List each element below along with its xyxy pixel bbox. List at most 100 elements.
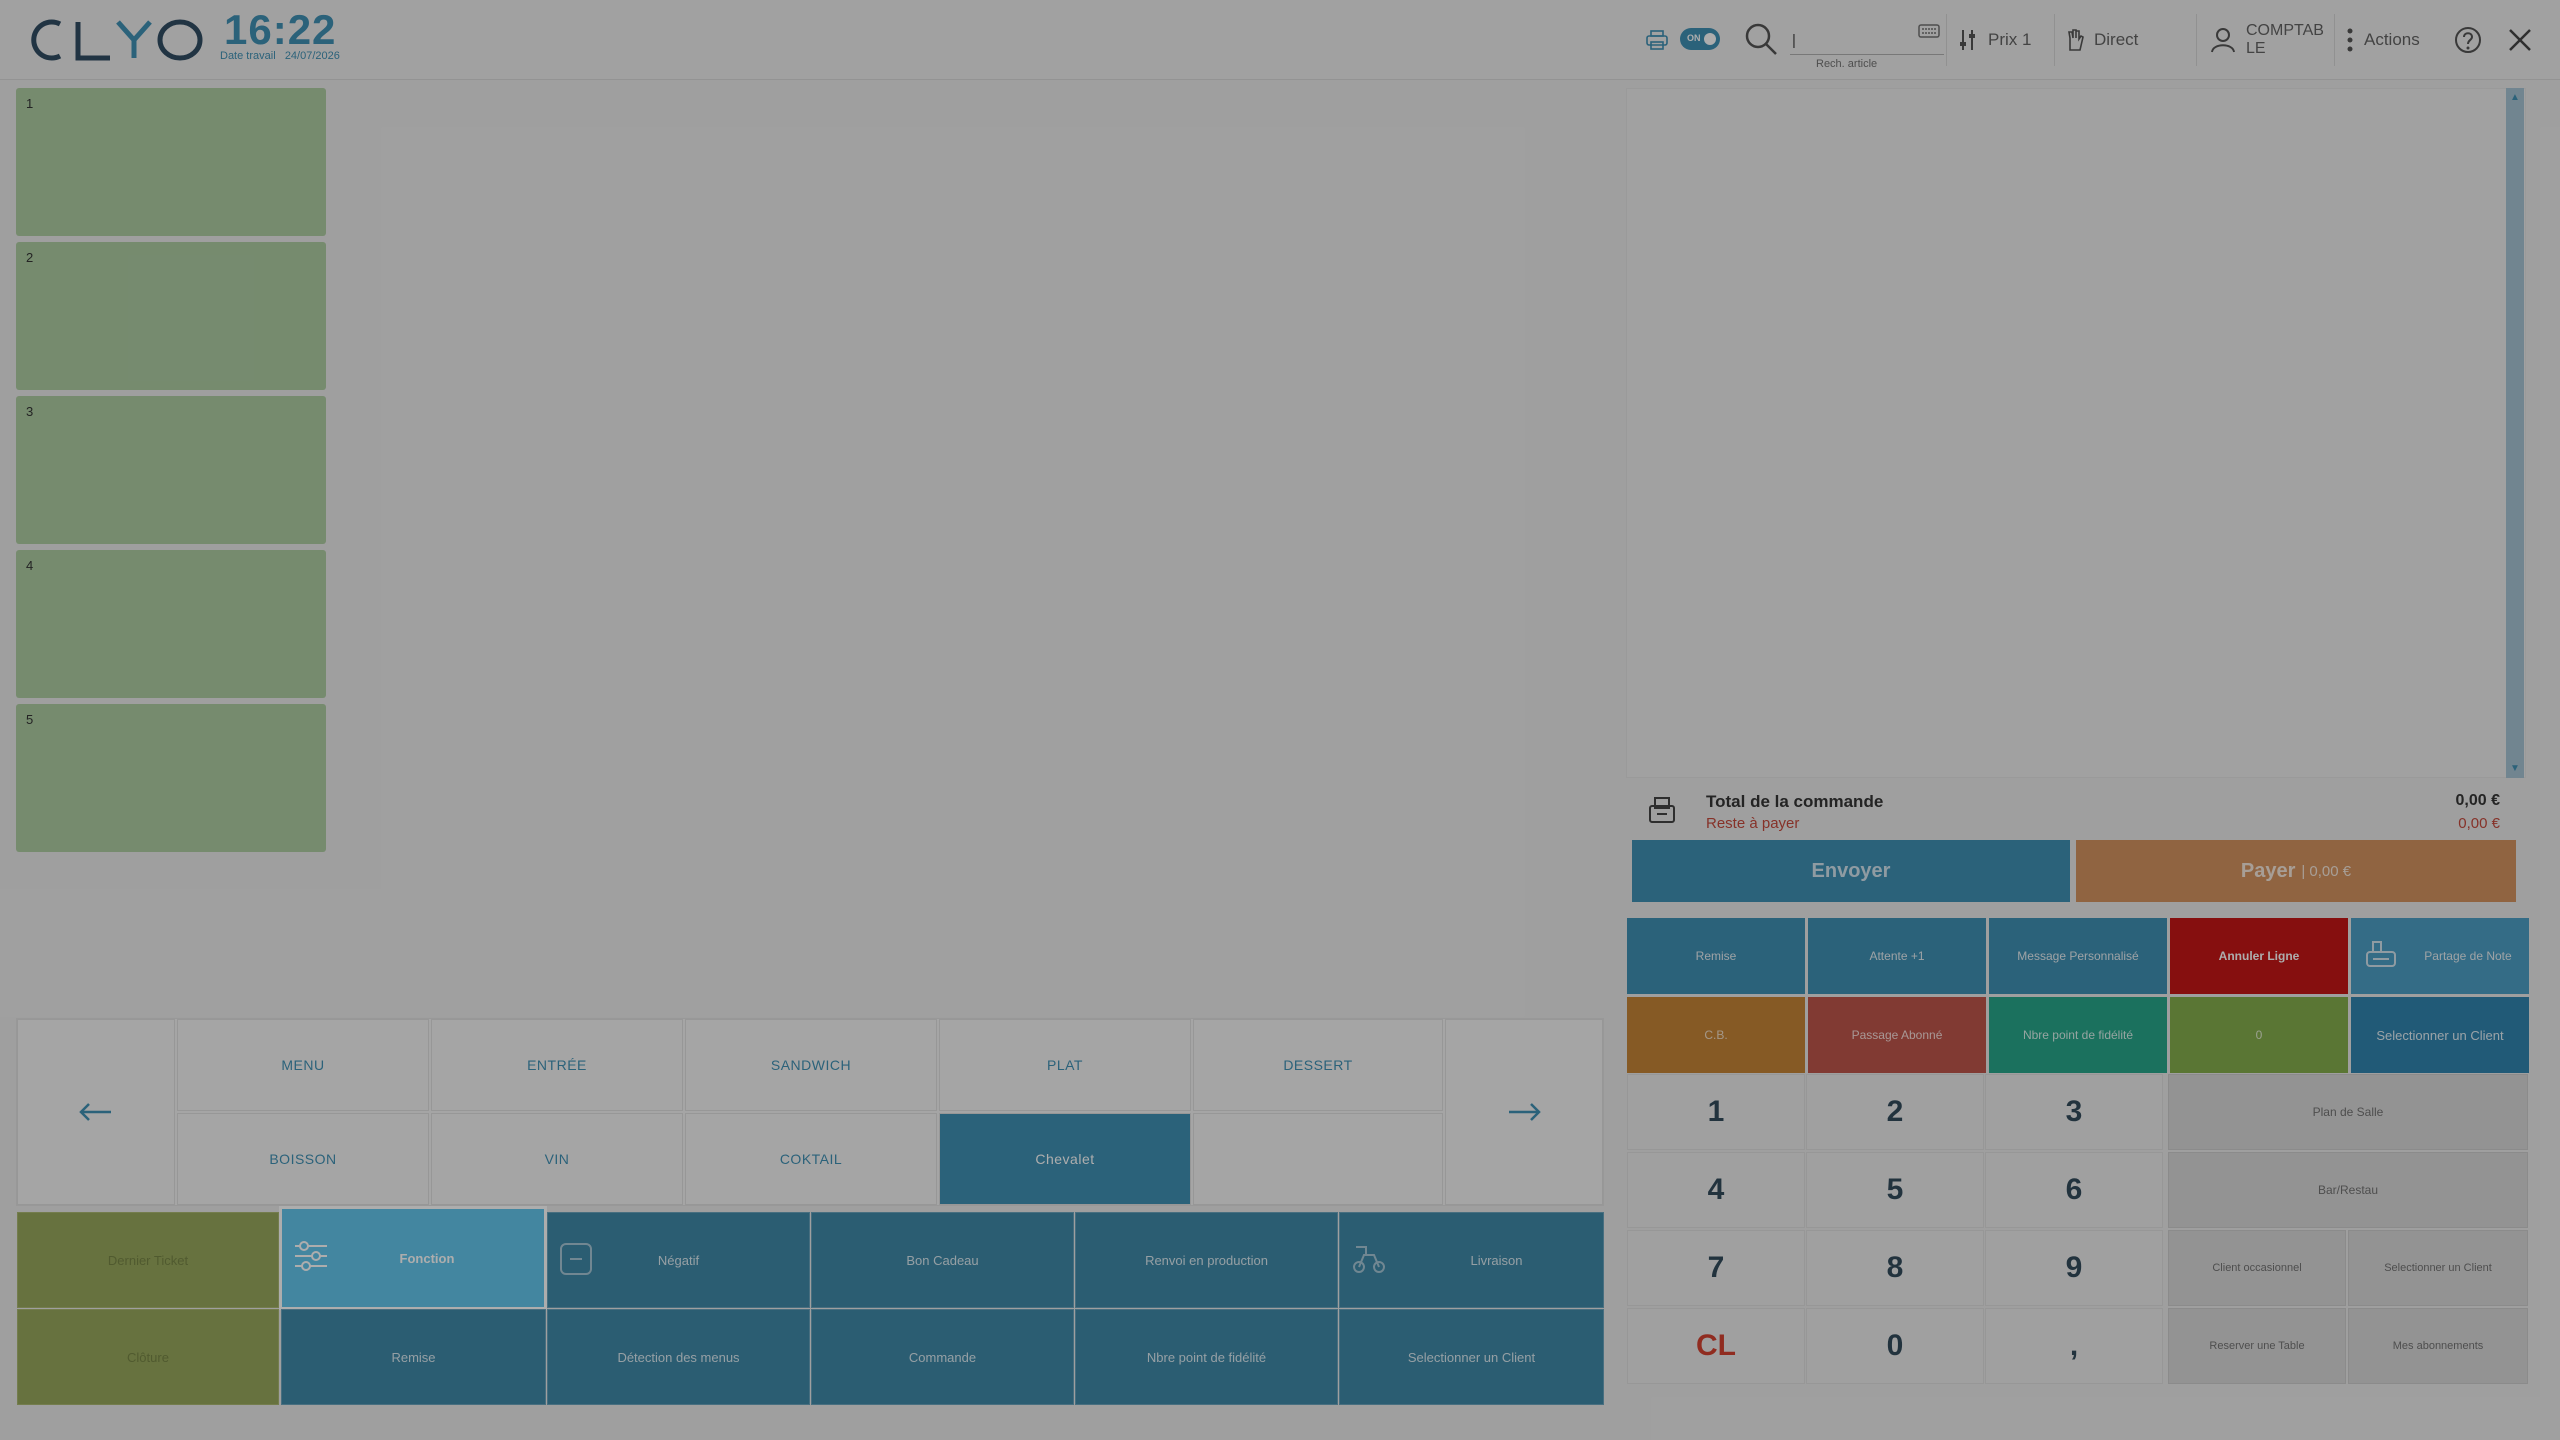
item-slot-1[interactable]: 1 <box>16 88 326 236</box>
order-scrollbar[interactable]: ▲ ▼ <box>2506 88 2524 778</box>
mode-button[interactable]: Direct <box>2066 18 2138 62</box>
custom-message-button[interactable]: Message Personnalisé <box>1989 918 2167 994</box>
key-9[interactable]: 9 <box>1985 1230 2163 1306</box>
send-button[interactable]: Envoyer <box>1632 840 2070 902</box>
actions-menu-button[interactable]: Actions <box>2346 18 2420 62</box>
key-1[interactable]: 1 <box>1627 1074 1805 1150</box>
mode-label: Direct <box>2094 30 2139 49</box>
help-icon[interactable] <box>2454 26 2482 59</box>
category-plat[interactable]: PLAT <box>939 1019 1191 1111</box>
category-chevalet[interactable]: Chevalet <box>939 1113 1191 1205</box>
printer-toggle[interactable]: ON <box>1680 28 1720 50</box>
split-bill-label: Partage de Note <box>2424 949 2512 963</box>
cancel-line-button[interactable]: Annuler Ligne <box>2170 918 2348 994</box>
my-subscriptions-button[interactable]: Mes abonnements <box>2348 1308 2528 1384</box>
clock-time: 16:22 <box>224 6 337 53</box>
top-bar: 16:22 Date travail 24/07/2026 ON Rech. a… <box>0 0 2560 80</box>
item-slot-4[interactable]: 4 <box>16 550 326 698</box>
scroll-up-icon[interactable]: ▲ <box>2510 92 2520 103</box>
category-prev-button[interactable] <box>17 1019 175 1205</box>
category-coktail[interactable]: COKTAIL <box>685 1113 937 1205</box>
select-client-button[interactable]: Selectionner un Client <box>1339 1309 1604 1405</box>
category-dessert[interactable]: DESSERT <box>1193 1019 1443 1111</box>
pay-button[interactable]: Payer | 0,00 € <box>2076 840 2516 902</box>
divider <box>2334 14 2335 66</box>
divider <box>2196 14 2197 66</box>
reserve-table-button[interactable]: Reserver une Table <box>2168 1308 2346 1384</box>
keyboard-icon[interactable] <box>1918 24 1940 43</box>
receipt-printer-icon[interactable] <box>1646 796 1678 829</box>
printer-icon[interactable] <box>1646 18 1668 62</box>
closing-button[interactable]: Clôture <box>17 1309 279 1405</box>
user-button[interactable]: COMPTAB LE <box>2210 18 2324 62</box>
remaining-value: 0,00 € <box>2458 815 2500 832</box>
key-2[interactable]: 2 <box>1806 1074 1984 1150</box>
key-4[interactable]: 4 <box>1627 1152 1805 1228</box>
bar-restaurant-button[interactable]: Bar/Restau <box>2168 1152 2528 1228</box>
scroll-down-icon[interactable]: ▼ <box>2510 763 2520 774</box>
pay-label: Payer <box>2240 859 2296 882</box>
loyalty-count-button[interactable]: Nbre point de fidélité <box>1989 997 2167 1073</box>
category-sandwich[interactable]: SANDWICH <box>685 1019 937 1111</box>
delivery-label: Livraison <box>1470 1252 1523 1268</box>
key-0[interactable]: 0 <box>1806 1308 1984 1384</box>
category-boisson[interactable]: BOISSON <box>177 1113 429 1205</box>
item-slot-5[interactable]: 5 <box>16 704 326 852</box>
menu-detection-button[interactable]: Détection des menus <box>547 1309 810 1405</box>
card-payment-button[interactable]: C.B. <box>1627 997 1805 1073</box>
category-next-button[interactable] <box>1445 1019 1603 1205</box>
search-icon[interactable] <box>1744 22 1778 56</box>
item-slot-3[interactable]: 3 <box>16 396 326 544</box>
remaining-label: Reste à payer <box>1706 815 1800 832</box>
category-empty[interactable] <box>1193 1113 1443 1205</box>
sliders-icon <box>1958 28 1978 52</box>
last-ticket-button[interactable]: Dernier Ticket <box>17 1212 279 1308</box>
user-icon <box>2210 27 2236 53</box>
key-clear[interactable]: CL <box>1627 1308 1805 1384</box>
category-vin[interactable]: VIN <box>431 1113 683 1205</box>
negative-button[interactable]: Négatif <box>547 1212 810 1308</box>
clyo-logo <box>26 12 204 68</box>
split-bill-button[interactable]: Partage de Note <box>2351 918 2529 994</box>
occasional-client-button[interactable]: Client occasionnel <box>2168 1230 2346 1306</box>
function-button[interactable]: Fonction <box>279 1206 547 1310</box>
category-menu[interactable]: MENU <box>177 1019 429 1111</box>
divider <box>1946 14 1947 66</box>
actions-label: Actions <box>2364 30 2420 49</box>
pay-amount: | 0,00 € <box>2301 862 2352 880</box>
key-5[interactable]: 5 <box>1806 1152 1984 1228</box>
key-8[interactable]: 8 <box>1806 1230 1984 1306</box>
order-lines-list[interactable] <box>1626 88 2526 778</box>
hold-plus-one-button[interactable]: Attente +1 <box>1808 918 1986 994</box>
price-level-button[interactable]: Prix 1 <box>1958 18 2031 62</box>
subscriber-pass-button[interactable]: Passage Abonné <box>1808 997 1986 1073</box>
select-client-gray-button[interactable]: Selectionner un Client <box>2348 1230 2528 1306</box>
function-label: Fonction <box>399 1250 455 1266</box>
key-6[interactable]: 6 <box>1985 1152 2163 1228</box>
category-entree[interactable]: ENTRÉE <box>431 1019 683 1111</box>
select-client-right-button[interactable]: Selectionner un Client <box>2351 997 2529 1073</box>
discount-button[interactable]: Remise <box>281 1309 546 1405</box>
price-level-label: Prix 1 <box>1988 30 2032 49</box>
loyalty-zero-button[interactable]: 0 <box>2170 997 2348 1073</box>
key-3[interactable]: 3 <box>1985 1074 2163 1150</box>
order-button[interactable]: Commande <box>811 1309 1074 1405</box>
loyalty-points-button[interactable]: Nbre point de fidélité <box>1075 1309 1338 1405</box>
order-total-label: Total de la commande <box>1706 792 1884 811</box>
work-date: Date travail 24/07/2026 <box>220 50 340 62</box>
resend-production-button[interactable]: Renvoi en production <box>1075 1212 1338 1308</box>
split-bill-icon <box>2365 940 2397 973</box>
minus-box-icon <box>560 1243 592 1278</box>
search-hint: Rech. article <box>1816 58 1878 70</box>
floor-plan-button[interactable]: Plan de Salle <box>2168 1074 2528 1150</box>
item-slot-2[interactable]: 2 <box>16 242 326 390</box>
close-icon[interactable] <box>2508 28 2532 57</box>
settings-sliders-icon <box>294 1241 328 1274</box>
delivery-button[interactable]: Livraison <box>1339 1212 1604 1308</box>
gift-voucher-button[interactable]: Bon Cadeau <box>811 1212 1074 1308</box>
key-comma[interactable]: , <box>1985 1308 2163 1384</box>
discount-line-button[interactable]: Remise <box>1627 918 1805 994</box>
slot-number: 3 <box>26 404 34 419</box>
slot-number: 1 <box>26 96 34 111</box>
key-7[interactable]: 7 <box>1627 1230 1805 1306</box>
